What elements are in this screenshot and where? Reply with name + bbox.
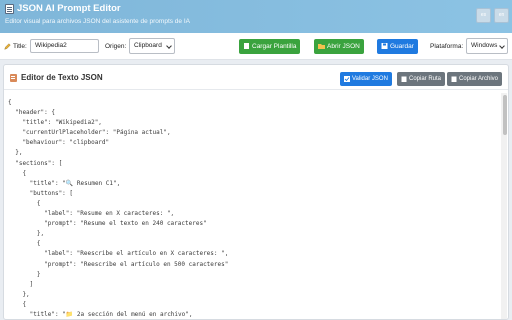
copy-file-button[interactable]: Copiar Archivo: [447, 72, 503, 86]
title-label: Title:: [13, 43, 27, 50]
platform-select[interactable]: Windows: [466, 38, 508, 54]
floppy-disk-icon: [381, 43, 388, 49]
load-template-button[interactable]: Cargar Plantilla: [239, 39, 301, 54]
folder-icon: [318, 44, 325, 49]
language-button-en[interactable]: en: [494, 8, 509, 23]
pencil-icon: [4, 43, 11, 50]
app-title: JSON AI Prompt Editor: [17, 3, 121, 14]
origin-select[interactable]: Clipboard: [129, 38, 175, 54]
clipboard-icon: [451, 76, 457, 82]
language-button-es[interactable]: es: [476, 8, 491, 23]
save-label: Guardar: [390, 43, 414, 50]
editor-title: Editor de Texto JSON: [21, 73, 103, 82]
app-header: JSON AI Prompt Editor Editor visual para…: [0, 0, 512, 33]
chevron-down-icon: [166, 43, 172, 49]
file-icon: [244, 43, 249, 49]
check-icon: [344, 76, 350, 82]
copy-path-label: Copiar Ruta: [409, 76, 442, 82]
save-button[interactable]: Guardar: [377, 39, 418, 54]
copy-path-button[interactable]: Copiar Ruta: [397, 72, 446, 86]
platform-label: Plataforma:: [430, 43, 464, 50]
json-editor-panel: Editor de Texto JSON Validar JSON Copiar…: [3, 64, 509, 320]
load-template-label: Cargar Plantilla: [252, 43, 297, 50]
chevron-down-icon: [499, 43, 505, 49]
clipboard-icon: [401, 76, 407, 82]
notepad-icon: [10, 74, 17, 82]
copy-file-label: Copiar Archivo: [459, 76, 499, 82]
open-json-button[interactable]: Abrir JSON: [314, 39, 364, 54]
app-subtitle: Editor visual para archivos JSON del asi…: [5, 18, 190, 25]
validate-json-label: Validar JSON: [352, 76, 388, 82]
origin-select-value: Clipboard: [134, 42, 162, 49]
title-input[interactable]: Wikipedia2: [30, 39, 99, 53]
platform-select-value: Windows: [471, 42, 498, 49]
origin-label: Origen:: [105, 43, 127, 50]
editor-scroll-thumb[interactable]: [503, 95, 507, 135]
document-icon: [5, 4, 14, 14]
validate-json-button[interactable]: Validar JSON: [340, 72, 392, 86]
open-json-label: Abrir JSON: [327, 43, 360, 50]
editor-header: Editor de Texto JSON Validar JSON Copiar…: [4, 65, 508, 90]
toolbar: Title: Wikipedia2 Origen: Clipboard Carg…: [0, 33, 512, 60]
json-text-area[interactable]: { "header": { "title": "Wikipedia2", "cu…: [8, 98, 496, 319]
